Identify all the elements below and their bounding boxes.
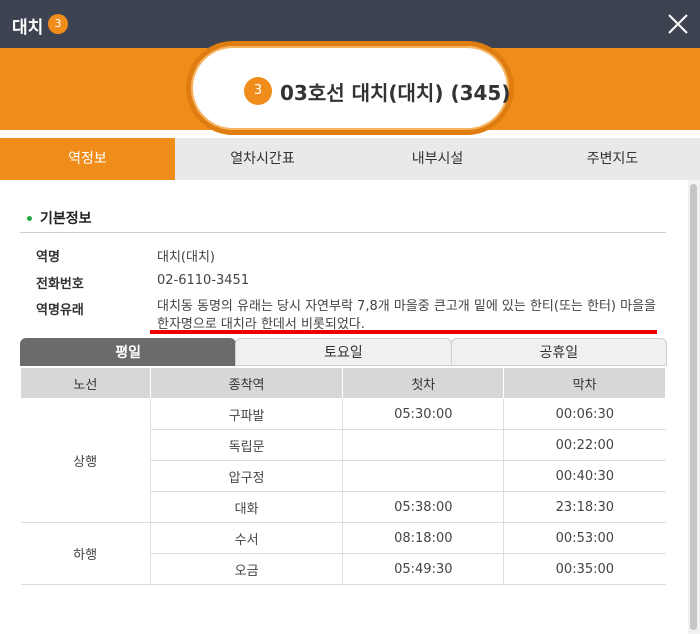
- direction-cell: 하행: [20, 522, 151, 585]
- last-train-cell: 00:53:00: [503, 522, 666, 554]
- window-title: 대치: [12, 18, 44, 38]
- station-name-pill: 3 03호선 대치(대치) (345): [186, 41, 514, 135]
- line-badge: 3: [48, 14, 68, 34]
- last-train-cell: 00:22:00: [503, 429, 666, 461]
- bullet-icon: [27, 216, 32, 221]
- first-train-cell: 05:49:30: [342, 553, 505, 585]
- tab-station-info[interactable]: 역정보: [0, 138, 175, 180]
- phone-label: 전화번호: [36, 277, 84, 292]
- origin-label: 역명유래: [36, 303, 84, 318]
- terminal-cell: 대화: [150, 491, 344, 523]
- tab-weekday[interactable]: 평일: [20, 338, 237, 366]
- table-row: 하행 수서 08:18:00 00:53:00: [20, 522, 666, 585]
- direction-cell: 상행: [20, 398, 151, 523]
- main-tabs: 역정보 열차시간표 내부시설 주변지도: [0, 138, 700, 180]
- scrollbar[interactable]: [688, 180, 700, 634]
- close-icon[interactable]: [664, 10, 692, 38]
- station-name-label: 역명: [36, 250, 60, 265]
- terminal-cell: 독립문: [150, 429, 344, 461]
- line-number-badge: 3: [244, 77, 272, 105]
- first-train-cell: [342, 429, 505, 461]
- header-line: 노선: [20, 367, 151, 399]
- section-title: 기본정보: [40, 211, 92, 227]
- header-last-train: 막차: [503, 367, 666, 399]
- terminal-cell: 오금: [150, 553, 344, 585]
- day-tabs: 평일 토요일 공휴일: [20, 338, 667, 366]
- first-train-cell: 05:30:00: [342, 398, 505, 430]
- scrollbar-thumb[interactable]: [690, 184, 697, 630]
- table-row: 상행 구파발 05:30:00 00:06:30: [20, 398, 666, 523]
- last-train-cell: 00:35:00: [503, 553, 666, 585]
- tab-holiday[interactable]: 공휴일: [450, 338, 667, 366]
- phone-value: 02-6110-3451: [157, 273, 250, 288]
- station-name: 03호선 대치(대치) (345): [280, 81, 511, 105]
- tab-facilities[interactable]: 내부시설: [350, 138, 525, 180]
- origin-value: 대치동 동명의 유래는 당시 자연부락 7,8개 마을중 큰고개 밑에 있는 한…: [157, 299, 657, 332]
- station-name-value: 대치(대치): [157, 250, 215, 265]
- first-train-cell: 05:38:00: [342, 491, 505, 523]
- last-train-cell: 00:40:30: [503, 460, 666, 492]
- terminal-cell: 수서: [150, 522, 344, 554]
- section-divider: [20, 232, 666, 233]
- table-header-row: 노선 종착역 첫차 막차: [20, 367, 666, 399]
- timetable-table: 노선 종착역 첫차 막차 상행 구파발 05:30:00 00:06:30 독립…: [20, 367, 666, 585]
- tab-nearby-map[interactable]: 주변지도: [525, 138, 700, 180]
- last-train-cell: 00:06:30: [503, 398, 666, 430]
- highlight-underline: [150, 330, 657, 334]
- terminal-cell: 압구정: [150, 460, 344, 492]
- header-first-train: 첫차: [342, 367, 505, 399]
- tab-saturday[interactable]: 토요일: [235, 338, 452, 366]
- tab-timetable[interactable]: 열차시간표: [175, 138, 350, 180]
- first-train-cell: 08:18:00: [342, 522, 505, 554]
- content-panel: 기본정보 역명 대치(대치) 전화번호 02-6110-3451 역명유래 대치…: [0, 180, 686, 634]
- header-terminal: 종착역: [149, 367, 344, 399]
- first-train-cell: [342, 460, 505, 492]
- last-train-cell: 23:18:30: [503, 491, 666, 523]
- terminal-cell: 구파발: [150, 398, 344, 430]
